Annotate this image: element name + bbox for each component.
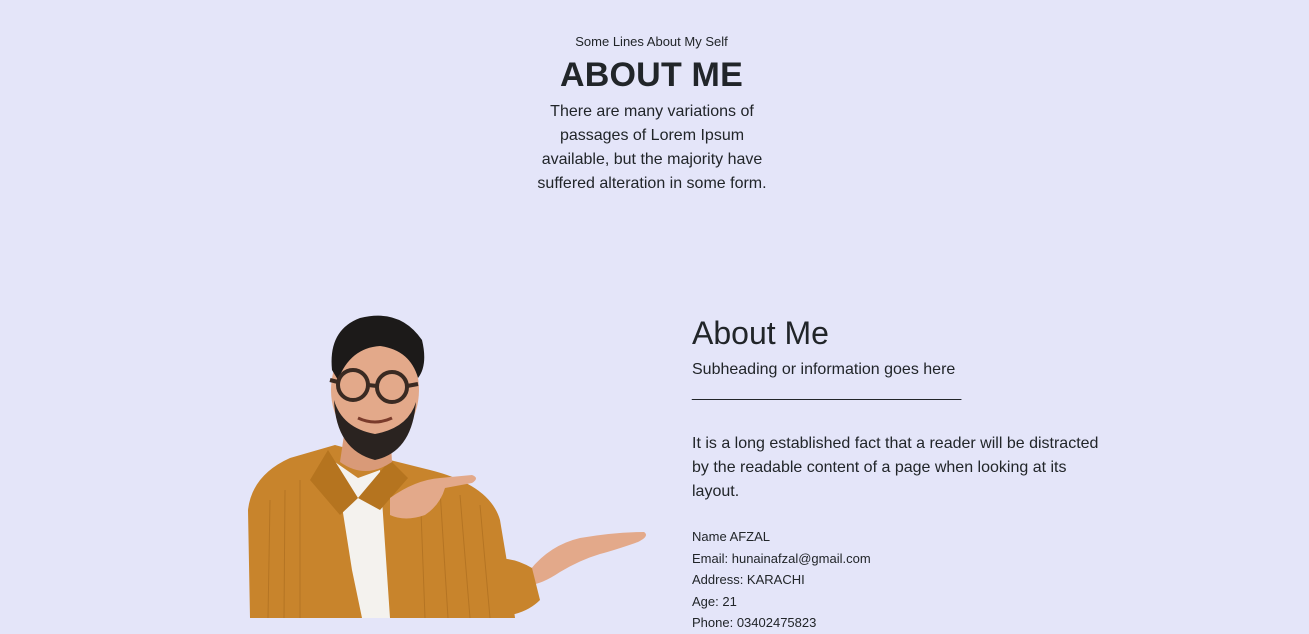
about-subheading: Subheading or information goes here — [692, 361, 956, 378]
open-palm-hand — [530, 532, 646, 585]
detail-email: Email: hunainafzal@gmail.com — [692, 550, 871, 566]
intro-text: There are many variations of passages of… — [537, 103, 767, 192]
about-body-text: It is a long established fact that a rea… — [692, 435, 1099, 500]
detail-age: Age: 21 — [692, 593, 737, 609]
detail-phone: Phone: 03402475823 — [692, 615, 817, 631]
divider-line: ________________________________ — [692, 384, 961, 401]
portrait-image — [248, 315, 646, 618]
about-heading: About Me — [692, 315, 829, 351]
page-title: ABOUT ME — [560, 56, 743, 94]
detail-name: Name AFZAL — [692, 529, 771, 544]
about-section: About Me Subheading or information goes … — [692, 312, 1112, 634]
eyebrow-text: Some Lines About My Self — [575, 34, 728, 49]
detail-address: Address: KARACHI — [692, 572, 805, 588]
